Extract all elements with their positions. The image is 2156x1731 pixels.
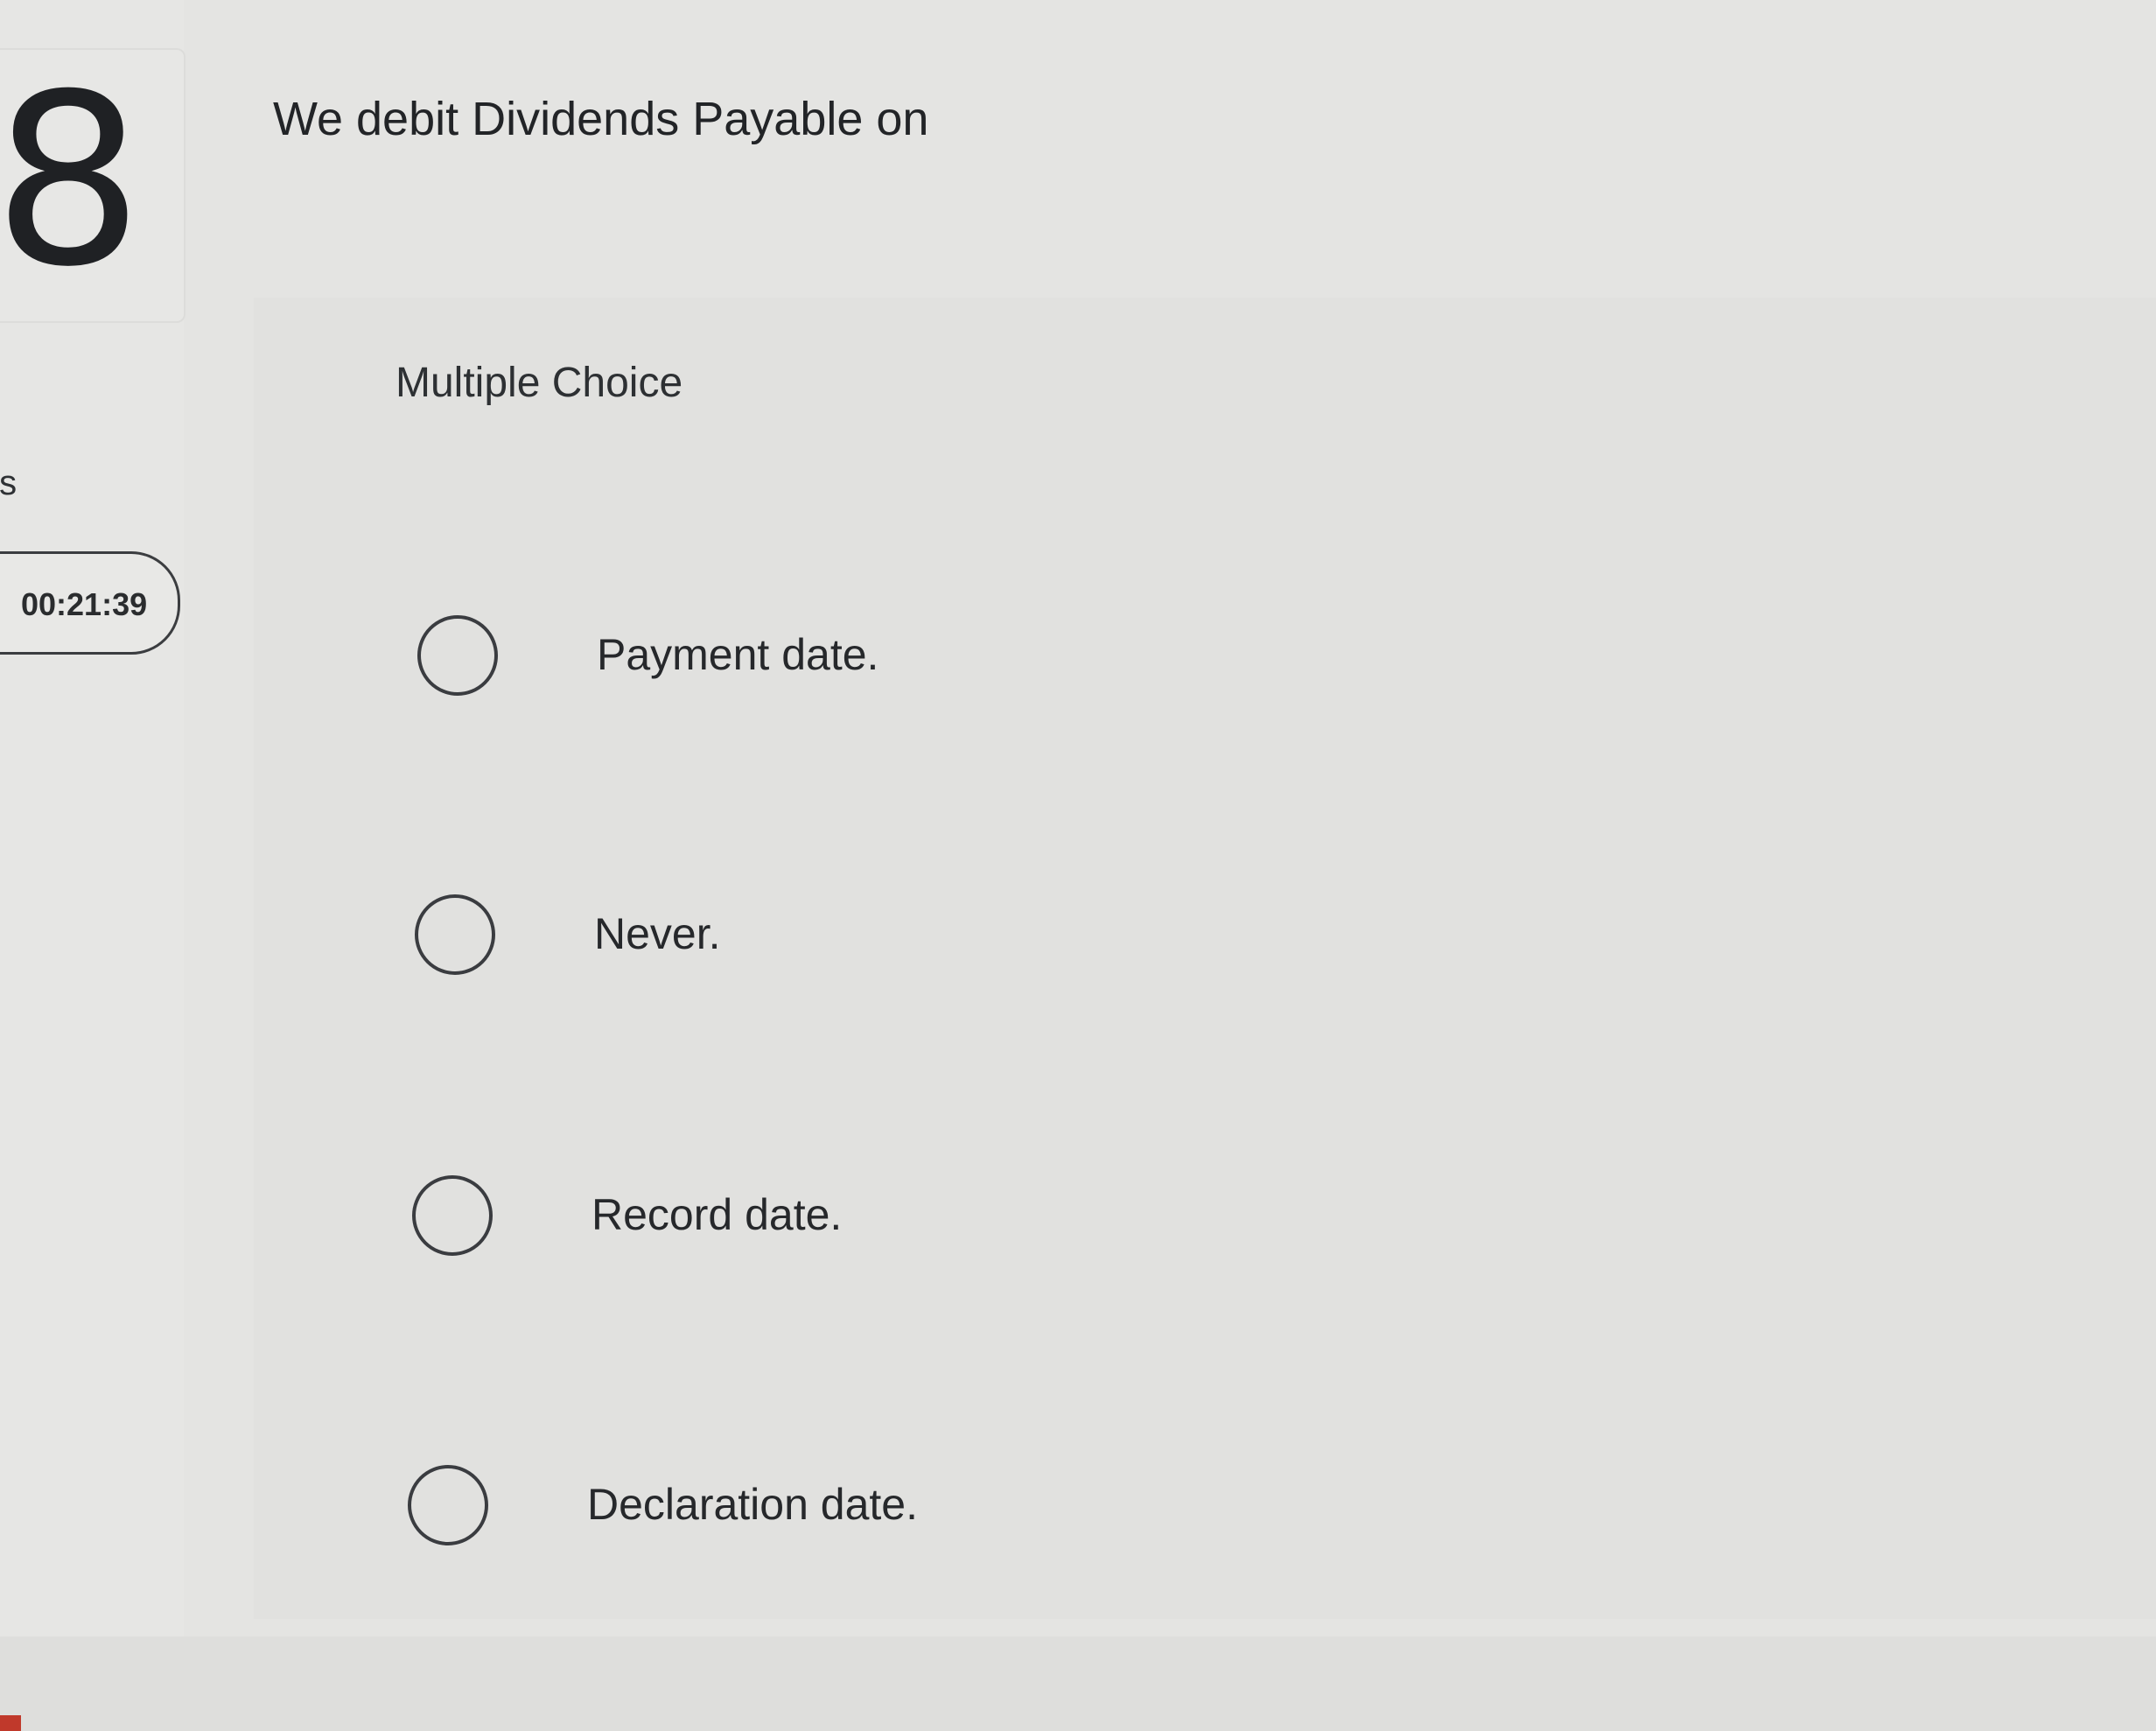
answer-option-label: Never. [594, 909, 721, 958]
answer-option-label: Payment date. [597, 630, 879, 679]
timer-text: 00:21:39 [21, 586, 148, 622]
answer-option-record-date[interactable]: Record date. [412, 1175, 1637, 1272]
answer-type-label: Multiple Choice [396, 360, 683, 406]
points-label: ts [0, 464, 18, 502]
radio-button[interactable] [415, 894, 495, 975]
answer-option-payment-date[interactable]: Payment date. [417, 615, 1642, 711]
radio-button[interactable] [417, 615, 498, 696]
radio-button[interactable] [408, 1465, 488, 1545]
question-prompt: We debit Dividends Payable on [273, 93, 929, 145]
bottom-strip [0, 1636, 2156, 1731]
answer-option-label: Record date. [592, 1190, 843, 1239]
red-corner-mark [0, 1715, 21, 1731]
answer-option-label: Declaration date. [587, 1480, 919, 1529]
radio-button[interactable] [412, 1175, 493, 1256]
answer-option-never[interactable]: Never. [415, 894, 1640, 991]
question-number: 8 [0, 43, 144, 319]
answer-option-declaration-date[interactable]: Declaration date. [408, 1465, 1633, 1561]
